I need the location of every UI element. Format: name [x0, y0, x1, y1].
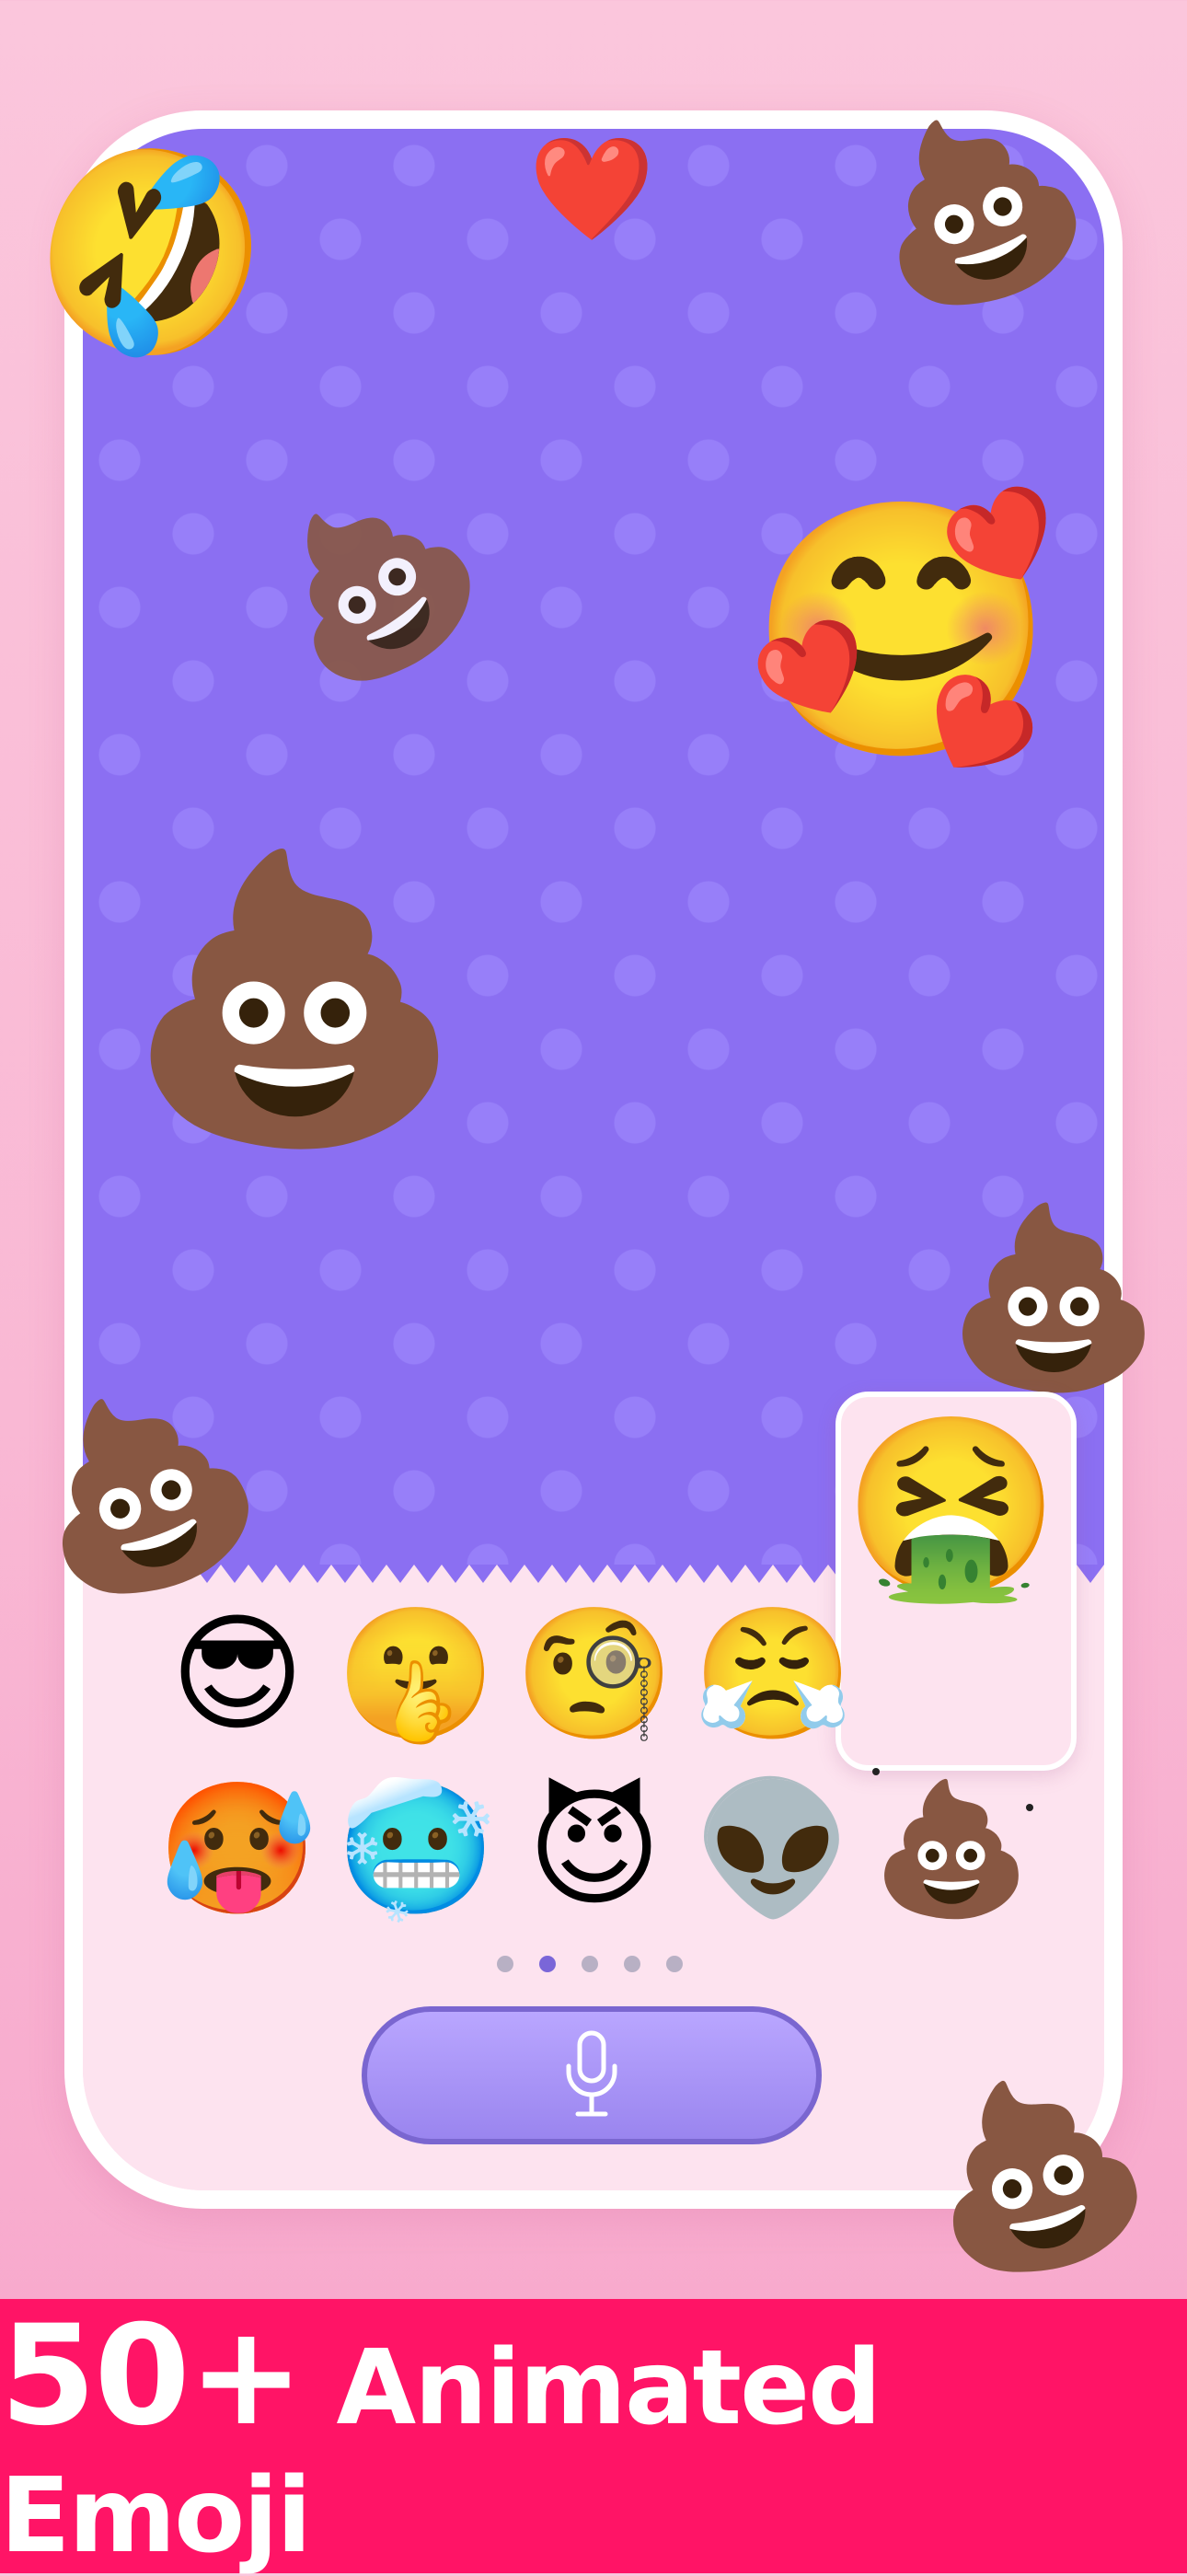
emoji-key-poop[interactable]: 💩: [871, 1772, 1031, 1928]
page-indicator: [497, 1956, 683, 1972]
emoji-key-steam-nose[interactable]: 😤: [693, 1597, 853, 1753]
heart-emoji[interactable]: ❤️: [529, 129, 655, 248]
banner-headline: 50+ Animated Emoji: [0, 2296, 1187, 2576]
page-dot-4[interactable]: [624, 1956, 640, 1972]
promo-banner: 50+ Animated Emoji: [0, 2296, 1187, 2576]
emoji-key-cold-face[interactable]: 🥶: [336, 1772, 496, 1928]
page-dot-1[interactable]: [497, 1956, 513, 1972]
emoji-key-shushing[interactable]: 🤫: [336, 1597, 496, 1753]
sparkle-dot: [1026, 1804, 1033, 1811]
microphone-icon: [566, 2030, 617, 2117]
emoji-key-alien[interactable]: 👽: [693, 1772, 853, 1928]
page-dot-2-active[interactable]: [539, 1956, 556, 1972]
poop-emoji-right[interactable]: 💩: [945, 1196, 1163, 1399]
emoji-key-smiling-devil[interactable]: 😈: [516, 1772, 673, 1928]
poop-emoji-main[interactable]: 💩: [122, 842, 467, 1155]
banner-count: 50+: [0, 2296, 304, 2456]
emoji-key-sunglasses[interactable]: 😎: [159, 1597, 316, 1753]
sparkle-dot: [872, 1768, 880, 1775]
page-dot-3[interactable]: [582, 1956, 598, 1972]
emoji-key-hot-face[interactable]: 🥵: [157, 1772, 317, 1928]
selected-emoji-popup: 🤮: [836, 1392, 1077, 1771]
smiling-hearts-emoji[interactable]: 🥰: [747, 488, 1056, 773]
emoji-key-monocle[interactable]: 🧐: [514, 1597, 674, 1753]
page-dot-5[interactable]: [666, 1956, 683, 1972]
microphone-button[interactable]: [362, 2006, 822, 2144]
vomiting-face-emoji[interactable]: 🤮: [843, 1406, 1061, 1609]
